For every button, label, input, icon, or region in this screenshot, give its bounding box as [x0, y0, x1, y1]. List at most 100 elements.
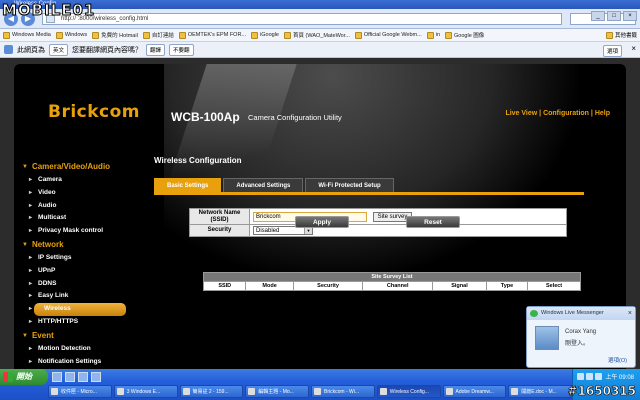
- live-view-link[interactable]: Live View: [505, 110, 537, 117]
- taskbar-task[interactable]: Brickcom - Wi...: [311, 385, 375, 398]
- bookmark-item[interactable]: OEMTEK's EPM FOR...: [178, 31, 247, 39]
- sidebar-item-privacy-mask[interactable]: Privacy Mask control: [22, 225, 137, 238]
- translate-close-icon[interactable]: ×: [631, 45, 636, 53]
- bookmark-item[interactable]: 免費的 Hotmail: [92, 31, 138, 39]
- sidebar-item-notification-settings[interactable]: Notification Settings: [22, 356, 137, 369]
- sidebar-item-multicast[interactable]: Multicast: [22, 212, 137, 225]
- windows-logo-icon: [3, 372, 13, 382]
- bookmark-item[interactable]: Official Google Webm...: [354, 31, 422, 39]
- sidebar-section-network[interactable]: ▼ Network: [22, 238, 137, 252]
- bookmark-label: in: [435, 32, 441, 38]
- taskbar-task[interactable]: 3 Windows E...: [113, 385, 178, 398]
- collapse-triangle-icon: ▼: [22, 241, 28, 248]
- clock[interactable]: 上午 09:08: [605, 372, 634, 381]
- tray-icons: [577, 373, 602, 380]
- messenger-options-link[interactable]: 選項(O): [608, 356, 627, 364]
- translate-icon: [4, 45, 13, 54]
- address-bar: ◀ ▶ http:// :8000/wireless_config.html _…: [0, 9, 640, 29]
- quick-launch-icon[interactable]: [65, 372, 75, 382]
- sidebar-item-motion-detection[interactable]: Motion Detection: [22, 343, 137, 356]
- quick-launch-icon[interactable]: [91, 372, 101, 382]
- other-bookmarks-label: 其他書籤: [614, 33, 637, 39]
- sidebar-item-ip-settings[interactable]: IP Settings: [22, 252, 137, 265]
- bookmark-icon: [55, 31, 63, 39]
- bookmark-label: 免費的 Hotmail: [101, 33, 138, 39]
- bookmark-item[interactable]: Windows: [55, 31, 88, 39]
- sidebar-item-easy-link[interactable]: Easy Link: [22, 290, 137, 303]
- taskbar-task[interactable]: 收件匣 - Micro...: [48, 385, 112, 398]
- taskbar-task[interactable]: 編輯主題 - Mo...: [245, 385, 309, 398]
- reset-button[interactable]: Reset: [406, 216, 460, 228]
- translate-button[interactable]: 翻譯: [146, 43, 166, 56]
- bookmark-label: Official Google Webm...: [363, 32, 422, 38]
- sidebar-item-wireless[interactable]: Wireless: [29, 303, 126, 316]
- language-select[interactable]: 英文: [49, 43, 69, 56]
- close-icon[interactable]: ×: [623, 11, 637, 21]
- maximize-icon[interactable]: □: [607, 11, 621, 21]
- sidebar-section-event[interactable]: ▼ Event: [22, 329, 137, 343]
- section-title: Event: [31, 330, 54, 340]
- apply-button[interactable]: Apply: [295, 216, 349, 228]
- page-title: Wireless Configuration: [154, 156, 242, 165]
- contact-status: 剛登入。: [565, 341, 590, 347]
- watermark-logo: MOBILE01: [1, 1, 96, 20]
- tray-icon[interactable]: [577, 373, 584, 380]
- folder-icon: [605, 31, 613, 39]
- other-bookmarks[interactable]: 其他書籤: [605, 31, 637, 39]
- taskbar: 開始 收件匣 - Micro... 3 Windows E... 簡易註 2 - 1…: [0, 369, 640, 400]
- tab-wifi-protected-setup[interactable]: Wi-Fi Protected Setup: [305, 178, 394, 192]
- configuration-link[interactable]: Configuration: [543, 110, 589, 117]
- close-icon[interactable]: ×: [628, 307, 632, 320]
- bookmark-icon: [354, 31, 362, 39]
- sidebar-item-http-https[interactable]: HTTP/HTTPS: [22, 316, 137, 329]
- sidebar-section-camera[interactable]: ▼ Camera/Video/Audio: [22, 160, 137, 174]
- tray-icon[interactable]: [586, 373, 593, 380]
- sidebar-item-audio[interactable]: Audio: [22, 200, 137, 213]
- start-label: 開始: [16, 372, 32, 381]
- minimize-icon[interactable]: _: [591, 11, 605, 21]
- messenger-title-bar: Windows Live Messenger ×: [527, 307, 635, 320]
- browser-title-bar: Wireless Config: [0, 0, 640, 9]
- translate-options-button[interactable]: 選項: [602, 45, 622, 57]
- start-button[interactable]: 開始: [0, 369, 48, 385]
- bookmark-icon: [284, 31, 291, 39]
- tab-basic-settings[interactable]: Basic Settings: [154, 178, 222, 192]
- sidebar-item-ddns[interactable]: DDNS: [22, 278, 137, 291]
- bookmark-icon: [426, 31, 434, 39]
- taskbar-task[interactable]: 簡易註 2 - 159...: [179, 385, 244, 398]
- bookmark-item[interactable]: Windows Media: [3, 31, 51, 39]
- no-translate-button[interactable]: 不要翻: [169, 43, 194, 56]
- taskbar-task[interactable]: Adobe Dreamw...: [442, 385, 507, 398]
- task-buttons: 收件匣 - Micro... 3 Windows E... 簡易註 2 - 159.…: [48, 385, 572, 400]
- help-link[interactable]: Help: [595, 110, 610, 117]
- bookmark-item[interactable]: 首頁 (WAO_MateWor...: [284, 31, 350, 39]
- bookmark-item[interactable]: 自訂連結: [142, 31, 174, 39]
- bookmark-item[interactable]: in: [426, 31, 441, 39]
- product-subtitle: Camera Configuration Utility: [248, 113, 342, 122]
- quick-launch-icon[interactable]: [52, 372, 62, 382]
- network-name-label: Network Name (SSID): [189, 208, 250, 225]
- bookmark-item[interactable]: iGoogle: [251, 31, 279, 39]
- messenger-notification[interactable]: Windows Live Messenger × Corax Yang 剛登入。…: [526, 306, 636, 368]
- bookmark-label: OEMTEK's EPM FOR...: [187, 32, 247, 38]
- bookmark-label: Windows: [64, 32, 88, 38]
- bookmark-icon: [251, 31, 259, 39]
- column-header-security: Security: [292, 281, 364, 291]
- bookmark-label: 自訂連結: [151, 33, 174, 39]
- taskbar-task[interactable]: 開啟E.doc - M...: [508, 385, 572, 398]
- sidebar-item-video[interactable]: Video: [22, 187, 137, 200]
- bookmark-item[interactable]: Google 圖像: [445, 31, 484, 39]
- quick-launch-icon[interactable]: [78, 372, 88, 382]
- tab-advanced-settings[interactable]: Advanced Settings: [223, 178, 304, 192]
- site-survey-table: Site Survey List SSID Mode Security Chan…: [202, 272, 581, 291]
- tray-icon[interactable]: [595, 373, 602, 380]
- contact-name: Corax Yang: [565, 329, 597, 335]
- url-input[interactable]: http:// :8000/wireless_config.html: [42, 13, 562, 25]
- taskbar-task[interactable]: Wireless Config...: [376, 385, 441, 398]
- sidebar-item-camera[interactable]: Camera: [22, 174, 137, 187]
- top-links: Live View | Configuration | Help: [505, 110, 610, 117]
- sidebar-item-upnp[interactable]: UPnP: [22, 265, 137, 278]
- quick-launch: [52, 372, 101, 382]
- column-header-type: Type: [485, 281, 529, 291]
- column-header-select: Select: [527, 281, 581, 291]
